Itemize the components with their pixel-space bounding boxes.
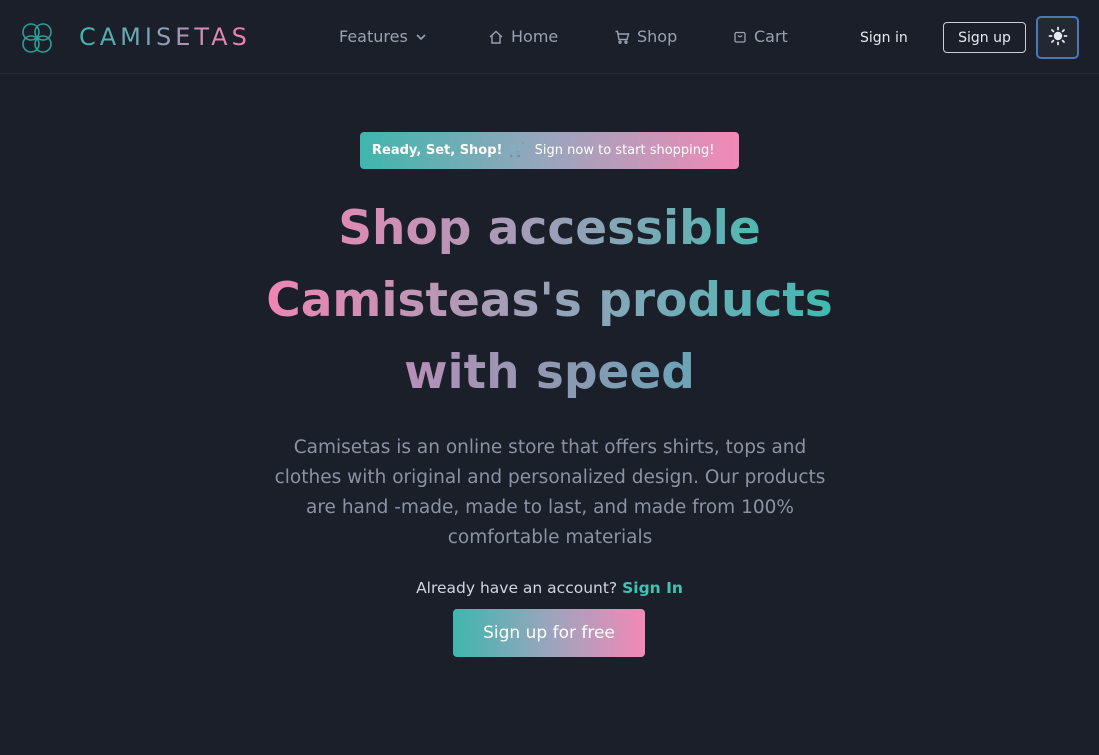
hero-line-2-text: Camisteas's products <box>266 273 833 328</box>
hero-description: Camisetas is an online store that offers… <box>274 437 826 548</box>
nav-shop[interactable]: Shop <box>614 27 677 47</box>
brand-name[interactable]: CAMISETAS <box>79 22 251 52</box>
hero-title-line-1: Shop accessible <box>0 199 1099 259</box>
nav-features-label: Features <box>339 27 408 46</box>
hero-title-line-2: Camisteas's products <box>0 271 1099 331</box>
navbar: CAMISETAS Features Home Shop Cart Sign i… <box>0 0 1099 74</box>
nav-home[interactable]: Home <box>488 27 558 47</box>
bag-icon <box>733 30 747 44</box>
sign-in-inline-link[interactable]: Sign In <box>622 579 683 597</box>
shopping-cart-emoji-icon: 🛒 <box>508 143 525 158</box>
promo-banner[interactable]: Ready, Set, Shop! 🛒 Sign now to start sh… <box>360 132 739 169</box>
account-prompt-text: Already have an account? <box>416 579 618 597</box>
sign-up-button[interactable]: Sign up <box>943 22 1026 53</box>
theme-toggle-button[interactable] <box>1036 16 1079 59</box>
shopping-cart-icon <box>614 29 630 45</box>
nav-shop-label: Shop <box>637 27 678 46</box>
nav-cart-label: Cart <box>754 27 788 46</box>
hero-line-1-text: Shop accessible <box>338 201 761 256</box>
chevron-down-icon <box>415 31 427 43</box>
banner-title: Ready, Set, Shop! <box>372 143 503 158</box>
nav-home-label: Home <box>511 27 559 46</box>
sign-up-button-label: Sign up <box>958 29 1011 46</box>
sign-in-link[interactable]: Sign in <box>860 29 908 47</box>
account-prompt: Already have an account? Sign In <box>0 577 1099 599</box>
sign-up-free-label: Sign up for free <box>483 623 615 643</box>
hero-title-line-3: with speed <box>0 343 1099 403</box>
hero-line-3-text: with speed <box>404 345 695 400</box>
sun-icon <box>1048 26 1068 50</box>
nav-features[interactable]: Features <box>339 27 427 47</box>
banner-text: Sign now to start shopping! <box>534 143 715 158</box>
nav-cart[interactable]: Cart <box>733 27 788 47</box>
flower-logo-icon[interactable] <box>19 20 55 56</box>
home-icon <box>488 29 504 45</box>
sign-up-free-button[interactable]: Sign up for free <box>453 609 645 657</box>
